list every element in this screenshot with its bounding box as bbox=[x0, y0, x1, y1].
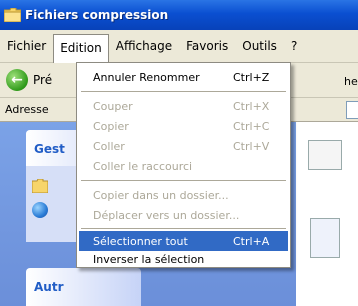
menu-item-label: Coller bbox=[93, 139, 125, 153]
menu-item-shortcut: Ctrl+A bbox=[233, 234, 270, 248]
menu-item-select-all[interactable]: Sélectionner tout Ctrl+A bbox=[79, 231, 288, 251]
file-list-area[interactable] bbox=[296, 122, 358, 306]
menu-item-shortcut: Ctrl+V bbox=[233, 139, 270, 153]
menu-item-undo-rename[interactable]: Annuler Renommer Ctrl+Z bbox=[79, 67, 288, 87]
menu-favoris[interactable]: Favoris bbox=[179, 35, 235, 58]
toolbar-search-label[interactable]: her bbox=[344, 75, 358, 88]
menu-item-shortcut: Ctrl+Z bbox=[233, 70, 270, 84]
menu-help[interactable]: ? bbox=[284, 35, 304, 58]
new-folder-icon[interactable] bbox=[32, 179, 48, 193]
menu-separator bbox=[81, 91, 286, 92]
title-bar: Fichiers compression bbox=[0, 0, 358, 30]
menu-separator bbox=[81, 180, 286, 181]
menu-item-copy[interactable]: Copier Ctrl+C bbox=[79, 116, 288, 136]
file-tasks-title: Gest bbox=[34, 142, 65, 156]
menu-item-cut[interactable]: Couper Ctrl+X bbox=[79, 96, 288, 116]
menu-item-label: Sélectionner tout bbox=[93, 234, 188, 248]
menu-item-shortcut: Ctrl+X bbox=[233, 99, 270, 113]
menu-item-label: Couper bbox=[93, 99, 133, 113]
back-arrow-icon: ← bbox=[6, 69, 28, 91]
window-title: Fichiers compression bbox=[25, 8, 169, 22]
menu-fichier[interactable]: Fichier bbox=[0, 35, 53, 58]
menu-outils[interactable]: Outils bbox=[235, 35, 284, 58]
menu-item-label: Annuler Renommer bbox=[93, 70, 200, 84]
menu-item-invert-selection[interactable]: Inverser la sélection bbox=[79, 249, 288, 269]
address-label: Adresse bbox=[5, 103, 49, 116]
menu-item-move-to-folder[interactable]: Déplacer vers un dossier... bbox=[79, 205, 288, 225]
menu-affichage[interactable]: Affichage bbox=[109, 35, 179, 58]
menu-item-label: Coller le raccourci bbox=[93, 159, 193, 173]
publish-web-icon[interactable] bbox=[32, 202, 48, 218]
menu-edition[interactable]: Edition bbox=[53, 33, 109, 63]
menu-item-copy-to-folder[interactable]: Copier dans un dossier... bbox=[79, 185, 288, 205]
other-places-title: Autr bbox=[34, 280, 64, 294]
back-label: Pré bbox=[33, 73, 53, 87]
menu-bar: Fichier Edition Affichage Favoris Outils… bbox=[0, 30, 358, 63]
menu-separator bbox=[81, 228, 286, 229]
other-places-panel[interactable]: Autr bbox=[26, 268, 141, 306]
menu-item-label: Déplacer vers un dossier... bbox=[93, 208, 240, 222]
edition-dropdown-menu: Annuler Renommer Ctrl+Z Couper Ctrl+X Co… bbox=[76, 62, 291, 268]
menu-item-paste-shortcut[interactable]: Coller le raccourci bbox=[79, 156, 288, 176]
menu-item-label: Copier bbox=[93, 119, 129, 133]
menu-item-paste[interactable]: Coller Ctrl+V bbox=[79, 136, 288, 156]
file-thumbnail[interactable] bbox=[308, 140, 342, 170]
address-input[interactable] bbox=[346, 101, 358, 119]
menu-item-shortcut: Ctrl+C bbox=[233, 119, 270, 133]
menu-item-label: Copier dans un dossier... bbox=[93, 188, 229, 202]
folder-icon bbox=[4, 8, 21, 22]
back-button[interactable]: ← Pré bbox=[6, 69, 52, 91]
menu-item-label: Inverser la sélection bbox=[93, 252, 205, 266]
file-thumbnail[interactable] bbox=[310, 218, 340, 258]
